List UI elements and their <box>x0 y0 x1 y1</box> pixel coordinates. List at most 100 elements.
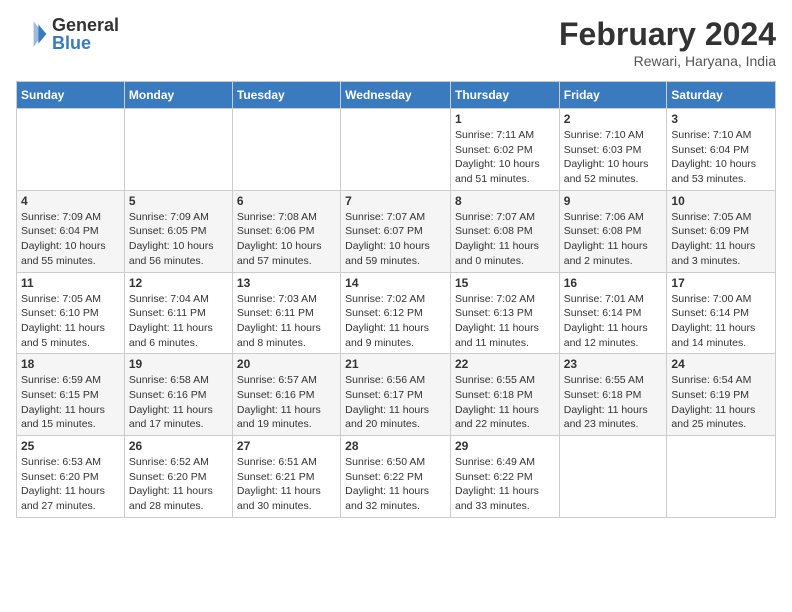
day-number: 21 <box>345 357 446 371</box>
location: Rewari, Haryana, India <box>559 53 776 69</box>
day-number: 18 <box>21 357 120 371</box>
column-header-friday: Friday <box>559 82 667 109</box>
day-info: Sunrise: 7:09 AM Sunset: 6:04 PM Dayligh… <box>21 210 120 269</box>
calendar-cell: 26 Sunrise: 6:52 AM Sunset: 6:20 PM Dayli… <box>124 436 232 518</box>
calendar-cell: 1Sunrise: 7:11 AM Sunset: 6:02 PM Daylig… <box>450 109 559 191</box>
day-number: 29 <box>455 439 555 453</box>
day-info: Sunrise: 7:01 AM Sunset: 6:14 PM Dayligh… <box>564 292 663 351</box>
day-number: 25 <box>21 439 120 453</box>
calendar-cell: 14Sunrise: 7:02 AM Sunset: 6:12 PM Dayli… <box>341 272 451 354</box>
day-info: Sunrise: 6:51 AM Sunset: 6:21 PM Dayligh… <box>237 455 336 514</box>
day-info: Sunrise: 7:06 AM Sunset: 6:08 PM Dayligh… <box>564 210 663 269</box>
day-number: 27 <box>237 439 336 453</box>
calendar-cell <box>17 109 125 191</box>
calendar-cell <box>667 436 776 518</box>
day-info: Sunrise: 7:05 AM Sunset: 6:09 PM Dayligh… <box>671 210 771 269</box>
day-number: 2 <box>564 112 663 126</box>
calendar-table: SundayMondayTuesdayWednesdayThursdayFrid… <box>16 81 776 518</box>
day-number: 22 <box>455 357 555 371</box>
column-header-tuesday: Tuesday <box>232 82 340 109</box>
column-header-wednesday: Wednesday <box>341 82 451 109</box>
calendar-cell <box>232 109 340 191</box>
day-info: Sunrise: 7:02 AM Sunset: 6:12 PM Dayligh… <box>345 292 446 351</box>
day-info: Sunrise: 7:02 AM Sunset: 6:13 PM Dayligh… <box>455 292 555 351</box>
calendar-cell: 25 Sunrise: 6:53 AM Sunset: 6:20 PM Dayli… <box>17 436 125 518</box>
calendar-cell <box>124 109 232 191</box>
day-number: 11 <box>21 276 120 290</box>
day-number: 5 <box>129 194 228 208</box>
day-info: Sunrise: 6:54 AM Sunset: 6:19 PM Dayligh… <box>671 373 771 432</box>
day-info: Sunrise: 6:52 AM Sunset: 6:20 PM Dayligh… <box>129 455 228 514</box>
calendar-cell: 21 Sunrise: 6:56 AM Sunset: 6:17 PM Dayli… <box>341 354 451 436</box>
calendar-cell: 28Sunrise: 6:50 AM Sunset: 6:22 PM Dayli… <box>341 436 451 518</box>
logo: General Blue <box>16 16 119 52</box>
day-info: Sunrise: 7:11 AM Sunset: 6:02 PM Dayligh… <box>455 128 555 187</box>
calendar-week-5: 25 Sunrise: 6:53 AM Sunset: 6:20 PM Dayli… <box>17 436 776 518</box>
day-info: Sunrise: 7:10 AM Sunset: 6:03 PM Dayligh… <box>564 128 663 187</box>
day-info: Sunrise: 7:04 AM Sunset: 6:11 PM Dayligh… <box>129 292 228 351</box>
calendar-cell: 4 Sunrise: 7:09 AM Sunset: 6:04 PM Daylig… <box>17 190 125 272</box>
calendar-cell: 7 Sunrise: 7:07 AM Sunset: 6:07 PM Daylig… <box>341 190 451 272</box>
calendar-cell <box>341 109 451 191</box>
day-number: 24 <box>671 357 771 371</box>
day-info: Sunrise: 7:07 AM Sunset: 6:08 PM Dayligh… <box>455 210 555 269</box>
day-info: Sunrise: 6:59 AM Sunset: 6:15 PM Dayligh… <box>21 373 120 432</box>
logo-blue-text: Blue <box>52 34 119 52</box>
calendar-cell: 24 Sunrise: 6:54 AM Sunset: 6:19 PM Dayli… <box>667 354 776 436</box>
day-info: Sunrise: 6:49 AM Sunset: 6:22 PM Dayligh… <box>455 455 555 514</box>
day-info: Sunrise: 6:55 AM Sunset: 6:18 PM Dayligh… <box>564 373 663 432</box>
day-info: Sunrise: 6:50 AM Sunset: 6:22 PM Dayligh… <box>345 455 446 514</box>
day-number: 7 <box>345 194 446 208</box>
day-info: Sunrise: 7:07 AM Sunset: 6:07 PM Dayligh… <box>345 210 446 269</box>
day-number: 20 <box>237 357 336 371</box>
column-header-monday: Monday <box>124 82 232 109</box>
calendar-cell: 5 Sunrise: 7:09 AM Sunset: 6:05 PM Daylig… <box>124 190 232 272</box>
calendar-cell: 29 Sunrise: 6:49 AM Sunset: 6:22 PM Dayli… <box>450 436 559 518</box>
day-info: Sunrise: 6:57 AM Sunset: 6:16 PM Dayligh… <box>237 373 336 432</box>
calendar-cell: 12 Sunrise: 7:04 AM Sunset: 6:11 PM Dayli… <box>124 272 232 354</box>
column-header-thursday: Thursday <box>450 82 559 109</box>
calendar-cell: 19 Sunrise: 6:58 AM Sunset: 6:16 PM Dayli… <box>124 354 232 436</box>
calendar-cell: 6 Sunrise: 7:08 AM Sunset: 6:06 PM Daylig… <box>232 190 340 272</box>
calendar-cell: 3 Sunrise: 7:10 AM Sunset: 6:04 PM Daylig… <box>667 109 776 191</box>
calendar-cell: 8Sunrise: 7:07 AM Sunset: 6:08 PM Daylig… <box>450 190 559 272</box>
day-info: Sunrise: 7:03 AM Sunset: 6:11 PM Dayligh… <box>237 292 336 351</box>
day-number: 19 <box>129 357 228 371</box>
day-info: Sunrise: 7:00 AM Sunset: 6:14 PM Dayligh… <box>671 292 771 351</box>
column-header-sunday: Sunday <box>17 82 125 109</box>
day-number: 17 <box>671 276 771 290</box>
calendar-cell: 18 Sunrise: 6:59 AM Sunset: 6:15 PM Dayli… <box>17 354 125 436</box>
calendar-cell: 11Sunrise: 7:05 AM Sunset: 6:10 PM Dayli… <box>17 272 125 354</box>
day-info: Sunrise: 6:56 AM Sunset: 6:17 PM Dayligh… <box>345 373 446 432</box>
day-info: Sunrise: 6:55 AM Sunset: 6:18 PM Dayligh… <box>455 373 555 432</box>
day-number: 6 <box>237 194 336 208</box>
day-number: 4 <box>21 194 120 208</box>
day-number: 16 <box>564 276 663 290</box>
calendar-cell: 20 Sunrise: 6:57 AM Sunset: 6:16 PM Dayli… <box>232 354 340 436</box>
calendar-cell: 16 Sunrise: 7:01 AM Sunset: 6:14 PM Dayli… <box>559 272 667 354</box>
day-info: Sunrise: 7:08 AM Sunset: 6:06 PM Dayligh… <box>237 210 336 269</box>
title-block: February 2024 Rewari, Haryana, India <box>559 16 776 69</box>
day-number: 13 <box>237 276 336 290</box>
calendar-week-3: 11Sunrise: 7:05 AM Sunset: 6:10 PM Dayli… <box>17 272 776 354</box>
calendar-week-4: 18 Sunrise: 6:59 AM Sunset: 6:15 PM Dayli… <box>17 354 776 436</box>
calendar-cell: 23Sunrise: 6:55 AM Sunset: 6:18 PM Dayli… <box>559 354 667 436</box>
day-number: 3 <box>671 112 771 126</box>
calendar-cell: 2 Sunrise: 7:10 AM Sunset: 6:03 PM Daylig… <box>559 109 667 191</box>
page-header: General Blue February 2024 Rewari, Harya… <box>16 16 776 69</box>
calendar-cell: 13 Sunrise: 7:03 AM Sunset: 6:11 PM Dayli… <box>232 272 340 354</box>
day-number: 15 <box>455 276 555 290</box>
calendar-cell: 9 Sunrise: 7:06 AM Sunset: 6:08 PM Daylig… <box>559 190 667 272</box>
day-number: 26 <box>129 439 228 453</box>
calendar-cell: 17 Sunrise: 7:00 AM Sunset: 6:14 PM Dayli… <box>667 272 776 354</box>
day-info: Sunrise: 6:53 AM Sunset: 6:20 PM Dayligh… <box>21 455 120 514</box>
calendar-cell: 10 Sunrise: 7:05 AM Sunset: 6:09 PM Dayli… <box>667 190 776 272</box>
calendar-cell <box>559 436 667 518</box>
day-number: 10 <box>671 194 771 208</box>
column-header-saturday: Saturday <box>667 82 776 109</box>
day-info: Sunrise: 6:58 AM Sunset: 6:16 PM Dayligh… <box>129 373 228 432</box>
day-info: Sunrise: 7:10 AM Sunset: 6:04 PM Dayligh… <box>671 128 771 187</box>
day-number: 9 <box>564 194 663 208</box>
day-number: 12 <box>129 276 228 290</box>
day-info: Sunrise: 7:09 AM Sunset: 6:05 PM Dayligh… <box>129 210 228 269</box>
